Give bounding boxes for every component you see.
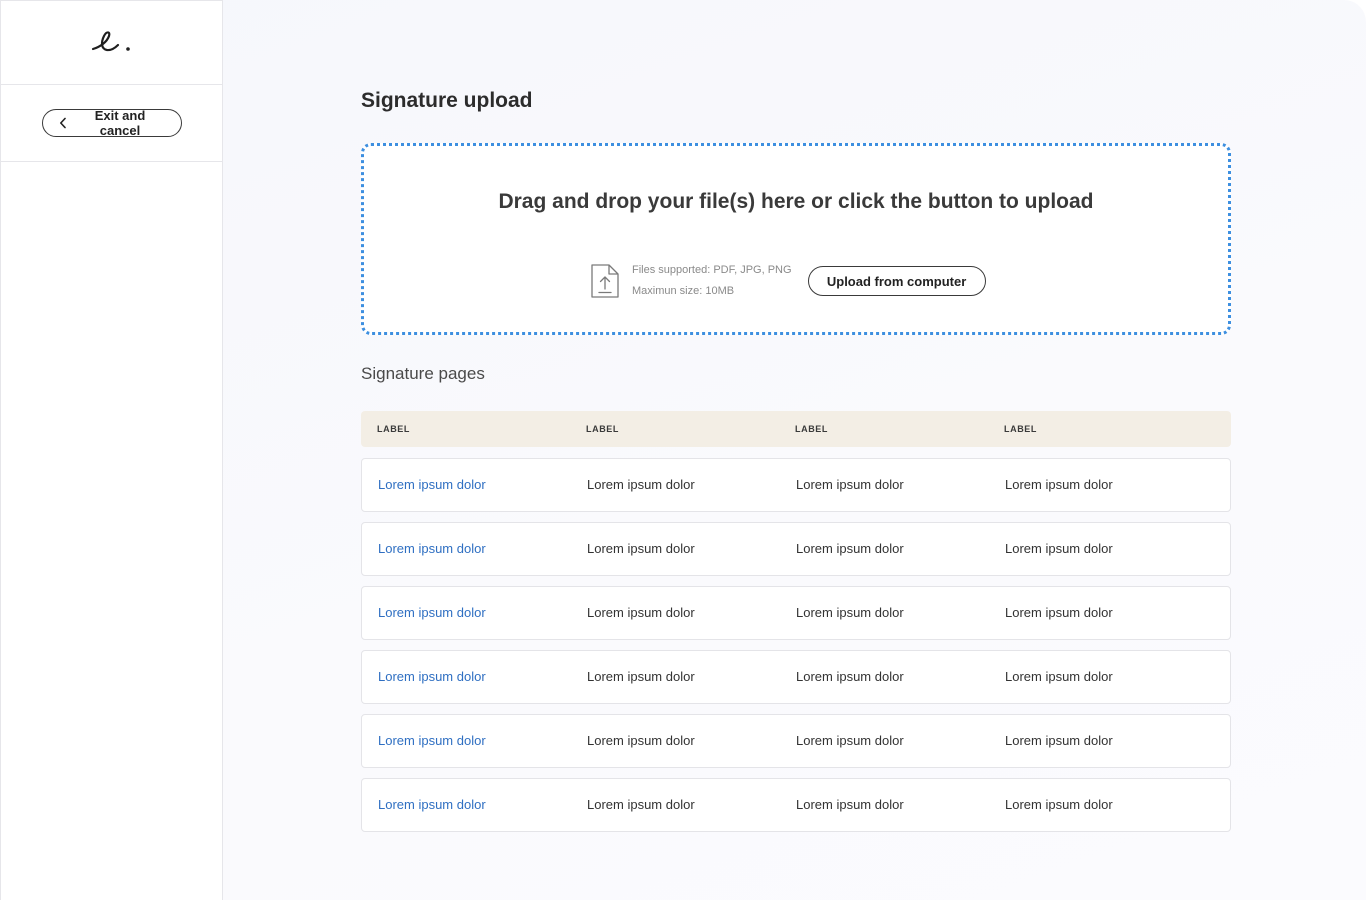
row-link[interactable]: Lorem ipsum dolor xyxy=(378,459,486,511)
table-cell: Lorem ipsum dolor xyxy=(1005,477,1113,492)
column-header: LABEL xyxy=(1004,424,1037,434)
max-size-text: Maximun size: 10MB xyxy=(632,285,735,297)
table-header: LABEL LABEL LABEL LABEL xyxy=(361,411,1231,447)
table-row[interactable]: Lorem ipsum dolor Lorem ipsum dolor Lore… xyxy=(361,586,1231,640)
row-link[interactable]: Lorem ipsum dolor xyxy=(378,715,486,767)
table-cell: Lorem ipsum dolor xyxy=(796,541,904,556)
logo-area xyxy=(1,1,222,85)
upload-from-computer-button[interactable]: Upload from computer xyxy=(807,266,986,296)
table-row[interactable]: Lorem ipsum dolor Lorem ipsum dolor Lore… xyxy=(361,650,1231,704)
table-cell: Lorem ipsum dolor xyxy=(1005,669,1113,684)
table-cell: Lorem ipsum dolor xyxy=(587,733,695,748)
page-title: Signature upload xyxy=(361,89,533,112)
table-cell: Lorem ipsum dolor xyxy=(587,605,695,620)
sidebar: Exit and cancel xyxy=(0,0,223,900)
file-dropzone[interactable]: Drag and drop your file(s) here or click… xyxy=(361,143,1231,335)
table-cell: Lorem ipsum dolor xyxy=(796,605,904,620)
row-link[interactable]: Lorem ipsum dolor xyxy=(378,779,486,831)
logo xyxy=(90,27,134,59)
table-cell: Lorem ipsum dolor xyxy=(587,477,695,492)
exit-and-cancel-button[interactable]: Exit and cancel xyxy=(41,108,182,138)
dropzone-file-info: Files supported: PDF, JPG, PNG Maximun s… xyxy=(632,260,792,302)
table-body: Lorem ipsum dolor Lorem ipsum dolor Lore… xyxy=(361,458,1231,842)
exit-button-label: Exit and cancel xyxy=(94,108,146,138)
dropzone-controls: Files supported: PDF, JPG, PNG Maximun s… xyxy=(590,260,986,302)
table-cell: Lorem ipsum dolor xyxy=(1005,605,1113,620)
table-cell: Lorem ipsum dolor xyxy=(1005,541,1113,556)
table-cell: Lorem ipsum dolor xyxy=(587,541,695,556)
row-link[interactable]: Lorem ipsum dolor xyxy=(378,523,486,575)
section-title: Signature pages xyxy=(361,364,485,383)
table-row[interactable]: Lorem ipsum dolor Lorem ipsum dolor Lore… xyxy=(361,458,1231,512)
exit-area: Exit and cancel xyxy=(1,85,222,162)
row-link[interactable]: Lorem ipsum dolor xyxy=(378,651,486,703)
column-header: LABEL xyxy=(795,424,828,434)
table-row[interactable]: Lorem ipsum dolor Lorem ipsum dolor Lore… xyxy=(361,778,1231,832)
table-row[interactable]: Lorem ipsum dolor Lorem ipsum dolor Lore… xyxy=(361,714,1231,768)
table-cell: Lorem ipsum dolor xyxy=(1005,797,1113,812)
table-cell: Lorem ipsum dolor xyxy=(587,797,695,812)
table-cell: Lorem ipsum dolor xyxy=(796,669,904,684)
table-row[interactable]: Lorem ipsum dolor Lorem ipsum dolor Lore… xyxy=(361,522,1231,576)
row-link[interactable]: Lorem ipsum dolor xyxy=(378,587,486,639)
table-cell: Lorem ipsum dolor xyxy=(796,733,904,748)
table-cell: Lorem ipsum dolor xyxy=(1005,733,1113,748)
column-header: LABEL xyxy=(377,424,410,434)
column-header: LABEL xyxy=(586,424,619,434)
file-upload-icon xyxy=(590,263,620,299)
table-cell: Lorem ipsum dolor xyxy=(796,477,904,492)
chevron-left-icon xyxy=(59,117,67,129)
dropzone-heading: Drag and drop your file(s) here or click… xyxy=(498,190,1094,213)
files-supported-text: Files supported: PDF, JPG, PNG xyxy=(632,264,792,276)
table-cell: Lorem ipsum dolor xyxy=(796,797,904,812)
table-cell: Lorem ipsum dolor xyxy=(587,669,695,684)
app-window: Exit and cancel Signature upload Drag an… xyxy=(0,0,1366,900)
